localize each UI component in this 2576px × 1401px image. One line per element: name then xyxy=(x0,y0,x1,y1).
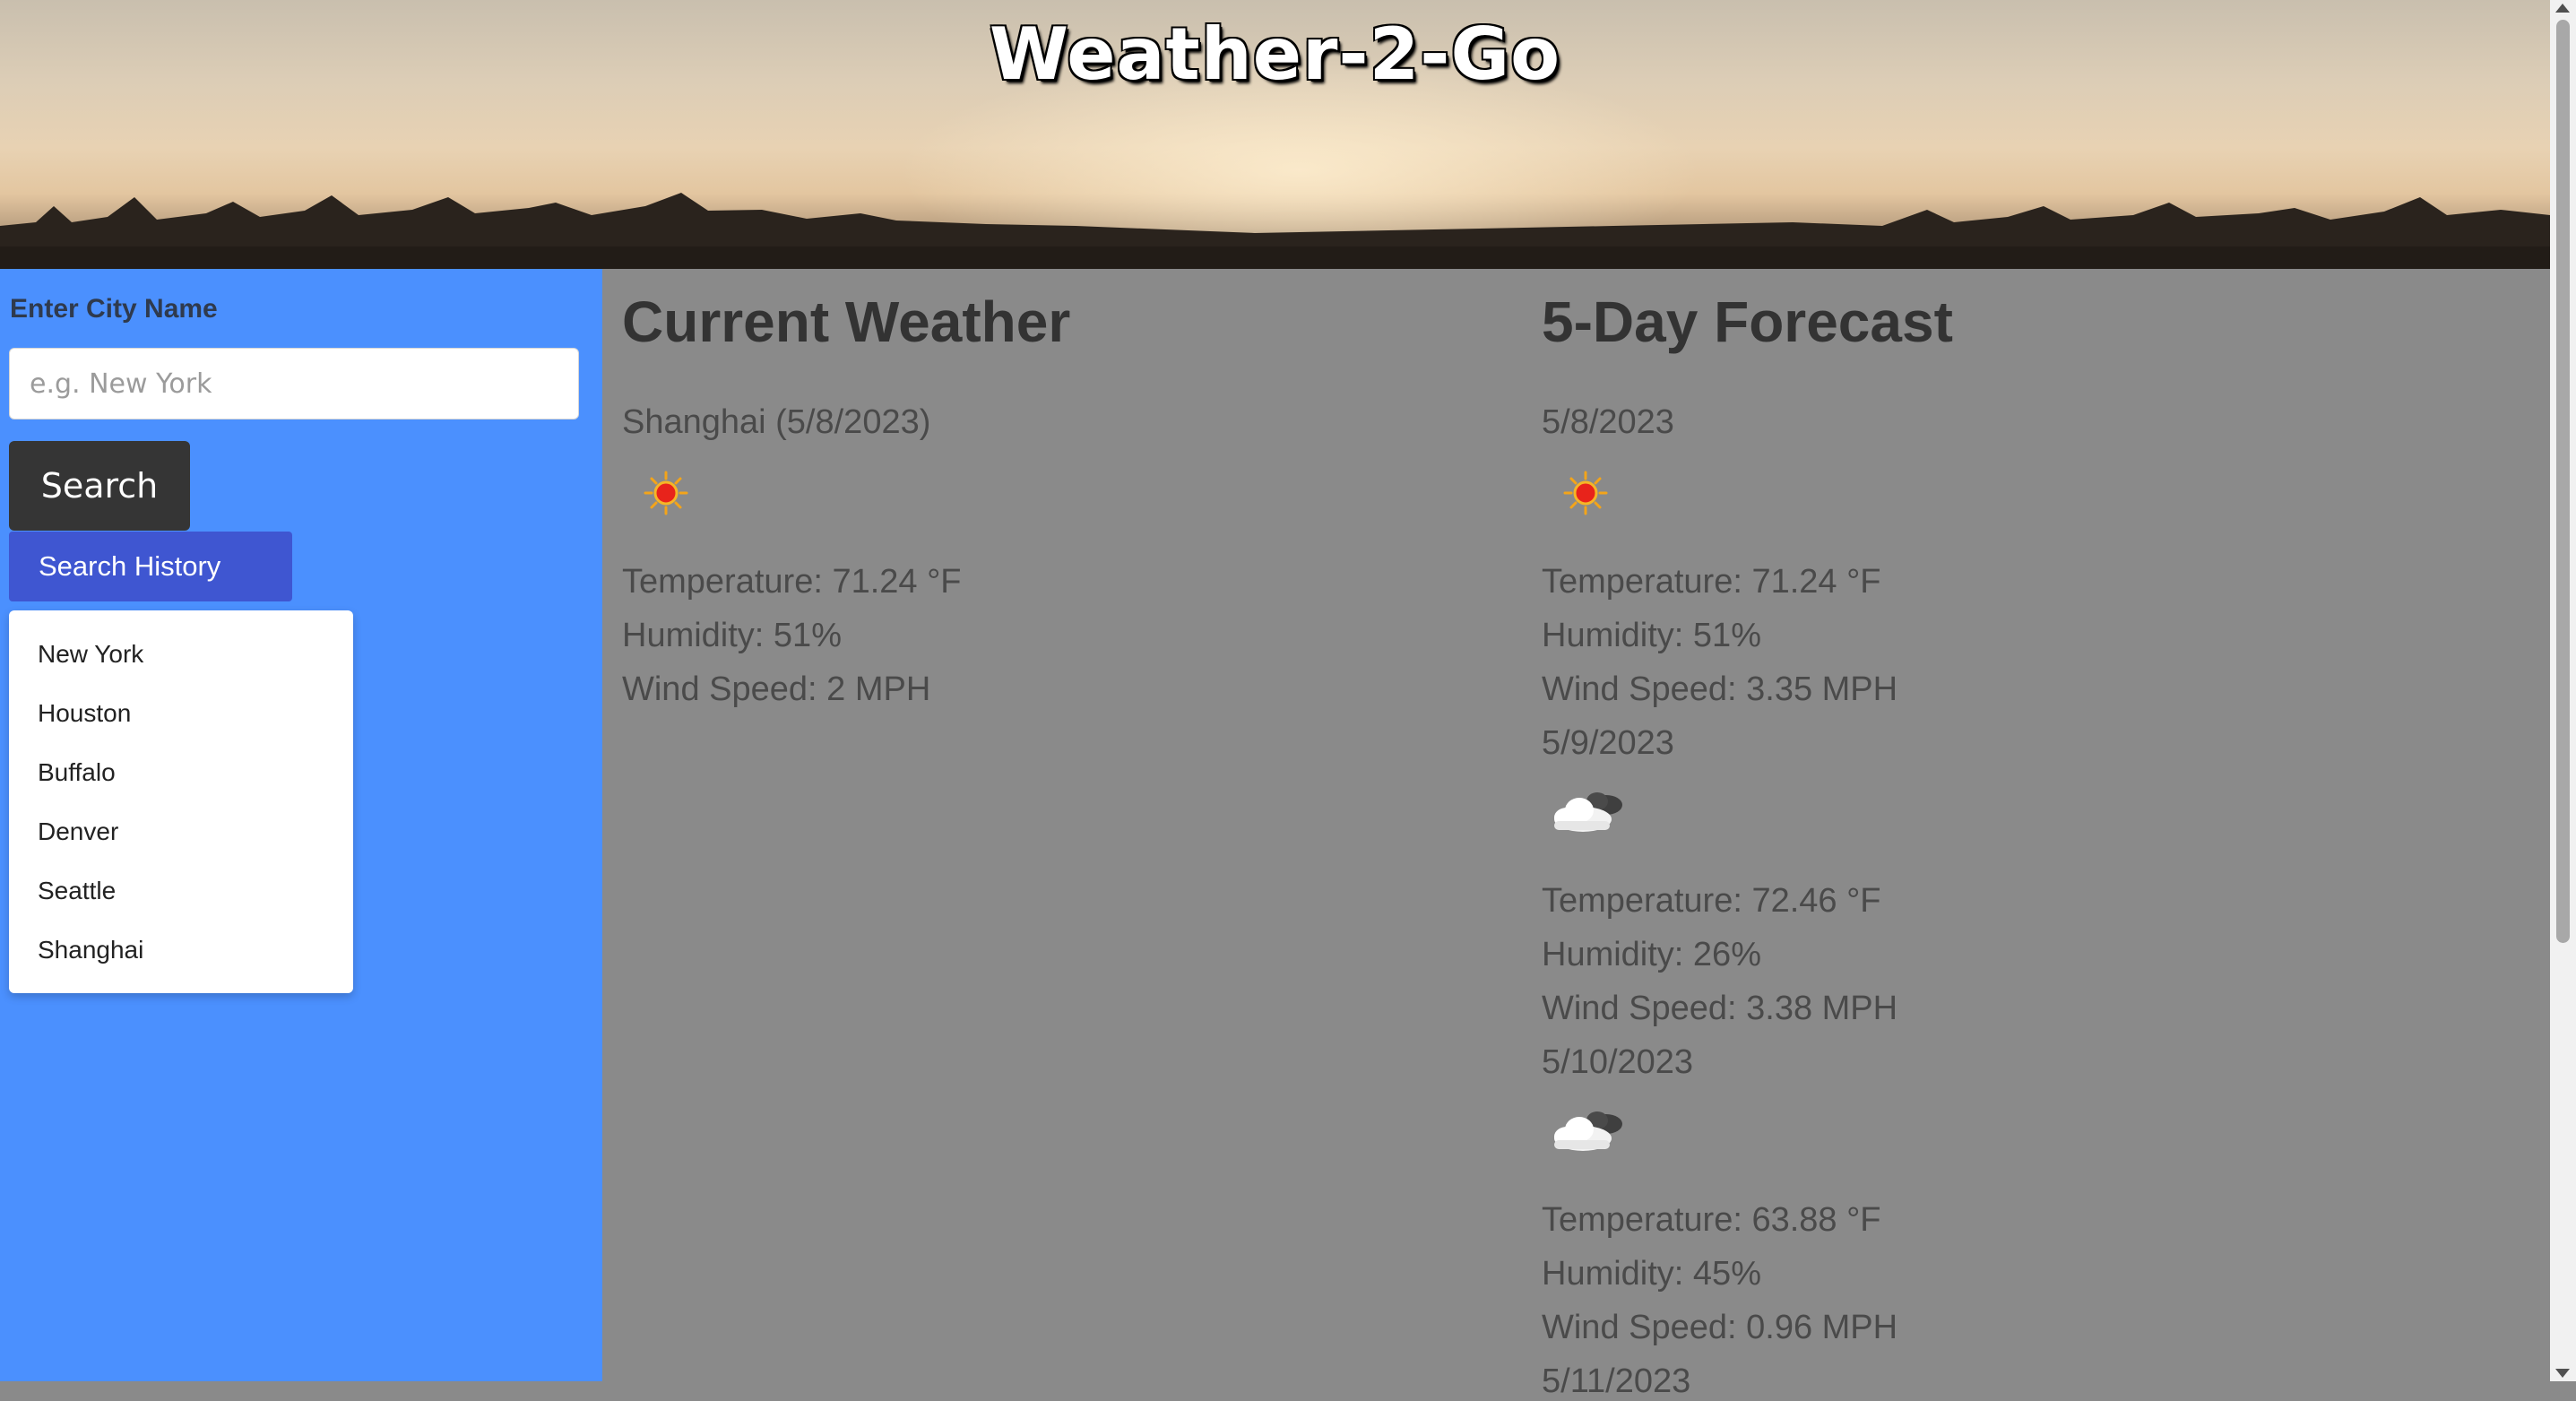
forecast-day-2-date: 5/9/2023 xyxy=(1542,724,1674,762)
clouds-icon xyxy=(1554,792,1622,832)
scrollbar-thumb[interactable] xyxy=(2556,20,2570,943)
history-item-houston[interactable]: Houston xyxy=(9,684,353,743)
search-history-button[interactable]: Search History xyxy=(9,532,292,601)
current-weather-title: Current Weather xyxy=(622,290,1071,354)
sun-icon xyxy=(1563,471,1608,515)
forecast-day-2-temperature: Temperature: 72.46 °F xyxy=(1542,882,1881,920)
forecast-day-2-wind-speed: Wind Speed: 3.38 MPH xyxy=(1542,990,1898,1027)
current-location: Shanghai (5/8/2023) xyxy=(622,403,931,441)
history-item-seattle[interactable]: Seattle xyxy=(9,861,353,921)
page-scrollbar[interactable] xyxy=(2550,0,2576,1381)
forecast-day-1-date: 5/8/2023 xyxy=(1542,403,1674,441)
clouds-icon xyxy=(1554,1111,1622,1151)
header-banner: Weather-2-Go xyxy=(0,0,2550,269)
history-item-new-york[interactable]: New York xyxy=(9,625,353,684)
current-wind-speed: Wind Speed: 2 MPH xyxy=(622,670,931,708)
forecast-day-1-temperature: Temperature: 71.24 °F xyxy=(1542,563,1881,601)
search-history-list: New York Houston Buffalo Denver Seattle … xyxy=(9,610,353,993)
forecast-day-1-humidity: Humidity: 51% xyxy=(1542,617,1761,654)
forecast-day-3-date: 5/10/2023 xyxy=(1542,1043,1694,1081)
city-search-input[interactable] xyxy=(9,348,579,419)
current-humidity: Humidity: 51% xyxy=(622,617,842,654)
history-item-shanghai[interactable]: Shanghai xyxy=(9,921,353,980)
search-button[interactable]: Search xyxy=(9,441,190,531)
history-item-buffalo[interactable]: Buffalo xyxy=(9,743,353,802)
forecast-day-4-date: 5/11/2023 xyxy=(1542,1362,1691,1400)
city-name-label: Enter City Name xyxy=(10,294,218,324)
current-temperature: Temperature: 71.24 °F xyxy=(622,563,962,601)
forecast-day-3-temperature: Temperature: 63.88 °F xyxy=(1542,1201,1881,1239)
treeline-silhouette xyxy=(0,193,2550,269)
history-item-denver[interactable]: Denver xyxy=(9,802,353,861)
scroll-up-arrow-icon[interactable] xyxy=(2555,4,2570,13)
forecast-day-3-wind-speed: Wind Speed: 0.96 MPH xyxy=(1542,1309,1898,1346)
forecast-day-3-humidity: Humidity: 45% xyxy=(1542,1255,1761,1293)
sun-icon xyxy=(644,471,688,515)
scroll-down-arrow-icon[interactable] xyxy=(2555,1369,2570,1378)
forecast-day-1-wind-speed: Wind Speed: 3.35 MPH xyxy=(1542,670,1898,708)
site-title: Weather-2-Go xyxy=(989,13,1561,96)
forecast-title: 5-Day Forecast xyxy=(1542,290,1953,354)
forecast-day-2-humidity: Humidity: 26% xyxy=(1542,936,1761,973)
